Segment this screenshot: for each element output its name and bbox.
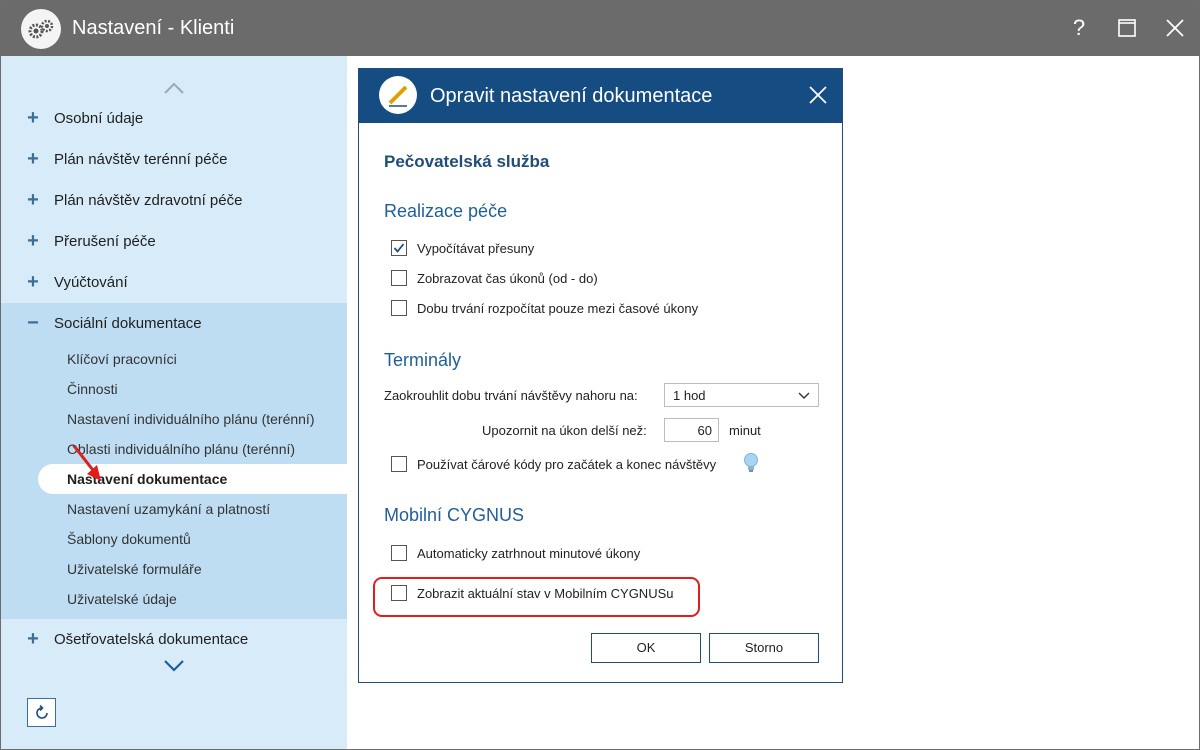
pencil-icon — [379, 76, 417, 114]
section-terminaly: Terminály — [384, 350, 462, 370]
checkbox-label: Vypočítávat přesuny — [417, 240, 535, 256]
settings-window: Nastavení - Klienti ? + Osobní údaje + P… — [0, 0, 1200, 750]
sidebar-item-plan-terenni[interactable]: + Plán návštěv terénní péče — [1, 139, 347, 180]
edit-documentation-dialog: Opravit nastavení dokumentace Pečovatels… — [358, 68, 843, 683]
expand-icon: + — [27, 148, 39, 170]
sidebar-item-label: Osobní údaje — [54, 110, 144, 127]
checkbox-row-vypocitavat[interactable]: Vypočítávat přesuny — [391, 240, 534, 256]
red-arrow-annotation — [72, 446, 101, 481]
dialog-header: Opravit nastavení dokumentace — [359, 69, 842, 123]
refresh-button[interactable] — [27, 698, 56, 727]
refresh-icon — [35, 704, 48, 719]
ok-button[interactable]: OK — [591, 633, 701, 663]
window-title: Nastavení - Klienti — [72, 17, 235, 39]
sidebar-subitem[interactable]: Činnosti — [67, 381, 118, 397]
collapse-icon: − — [27, 312, 39, 334]
help-button[interactable]: ? — [1064, 13, 1094, 43]
lightbulb-icon[interactable] — [742, 452, 760, 474]
warn-label: Upozornit na úkon delší než: — [482, 423, 647, 438]
checkbox-label: Používat čárové kódy pro začátek a konec… — [417, 456, 717, 472]
sidebar: + Osobní údaje + Plán návštěv terénní pé… — [1, 56, 347, 749]
expand-icon: + — [27, 230, 39, 252]
sidebar-item-label: Ošetřovatelská dokumentace — [54, 631, 249, 648]
checkbox[interactable] — [391, 456, 407, 472]
gears-icon — [21, 9, 61, 49]
chevron-down-icon — [798, 392, 810, 399]
checkbox[interactable] — [391, 300, 407, 316]
checkbox-row-doba-trvani[interactable]: Dobu trvání rozpočítat pouze mezi časové… — [391, 300, 698, 316]
round-select[interactable]: 1 hod — [664, 383, 819, 407]
checkbox-label: Dobu trvání rozpočítat pouze mezi časové… — [417, 300, 699, 316]
checkbox-label: Zobrazovat čas úkonů (od - do) — [417, 270, 598, 286]
sidebar-item-vyuctovani[interactable]: + Vyúčtování — [1, 262, 347, 303]
sidebar-subitem[interactable]: Uživatelské údaje — [67, 591, 177, 607]
dialog-heading: Pečovatelská služba — [384, 152, 550, 171]
sidebar-item-label: Sociální dokumentace — [54, 315, 202, 332]
warn-unit: minut — [729, 423, 761, 438]
expand-icon: + — [27, 189, 39, 211]
checkmark-icon — [393, 243, 405, 253]
sidebar-item-label: Vyúčtování — [54, 274, 128, 291]
title-bar: Nastavení - Klienti ? — [1, 1, 1199, 56]
sidebar-subitem[interactable]: Nastavení individuálního plánu (terénní) — [67, 411, 315, 427]
cancel-button[interactable]: Storno — [709, 633, 819, 663]
sidebar-subitem[interactable]: Uživatelské formuláře — [67, 561, 202, 577]
checkbox-row-auto-zatrhnout[interactable]: Automaticky zatrhnout minutové úkony — [391, 545, 640, 561]
checkbox-label: Automaticky zatrhnout minutové úkony — [417, 545, 641, 561]
checkbox[interactable] — [391, 270, 407, 286]
checkbox-label: Zobrazit aktuální stav v Mobilním CYGNUS… — [417, 585, 674, 601]
checkbox-row-carove-kody[interactable]: Používat čárové kódy pro začátek a konec… — [391, 456, 716, 472]
checkbox-row-zobrazit-stav[interactable]: Zobrazit aktuální stav v Mobilním CYGNUS… — [391, 585, 673, 601]
close-icon — [1166, 19, 1184, 37]
checkbox-row-zobrazovat-cas[interactable]: Zobrazovat čas úkonů (od - do) — [391, 270, 598, 286]
warn-minutes-input[interactable]: 60 — [664, 418, 719, 442]
sidebar-item-osetrovatelska[interactable]: + Ošetřovatelská dokumentace — [1, 619, 347, 660]
section-realizace: Realizace péče — [384, 201, 508, 221]
section-mobilni: Mobilní CYGNUS — [384, 505, 525, 525]
sidebar-item-label: Přerušení péče — [54, 233, 156, 250]
chevron-down-icon[interactable] — [163, 659, 185, 673]
sidebar-subitem[interactable]: Klíčoví pracovníci — [67, 351, 177, 367]
chevron-up-icon[interactable] — [163, 81, 185, 95]
maximize-button[interactable] — [1112, 13, 1142, 43]
checkbox[interactable] — [391, 585, 407, 601]
close-window-button[interactable] — [1160, 13, 1190, 43]
round-select-value: 1 hod — [673, 388, 706, 403]
sidebar-item-osobni-udaje[interactable]: + Osobní údaje — [1, 98, 347, 139]
expand-icon: + — [27, 107, 39, 129]
round-label: Zaokrouhlit dobu trvání návštěvy nahoru … — [384, 388, 638, 403]
close-icon[interactable] — [806, 83, 830, 107]
maximize-icon — [1118, 19, 1136, 37]
expand-icon: + — [27, 271, 39, 293]
expand-icon: + — [27, 628, 39, 650]
dialog-title: Opravit nastavení dokumentace — [430, 85, 713, 107]
sidebar-item-preruseni[interactable]: + Přerušení péče — [1, 221, 347, 262]
sidebar-item-plan-zdravotni[interactable]: + Plán návštěv zdravotní péče — [1, 180, 347, 221]
sidebar-subitem[interactable]: Šablony dokumentů — [67, 531, 191, 547]
sidebar-item-label: Plán návštěv zdravotní péče — [54, 192, 243, 209]
sidebar-item-socialni-dokumentace[interactable]: − Sociální dokumentace — [1, 303, 347, 344]
sidebar-item-label: Plán návštěv terénní péče — [54, 151, 228, 168]
checkbox[interactable] — [391, 545, 407, 561]
checkbox[interactable] — [391, 240, 407, 256]
